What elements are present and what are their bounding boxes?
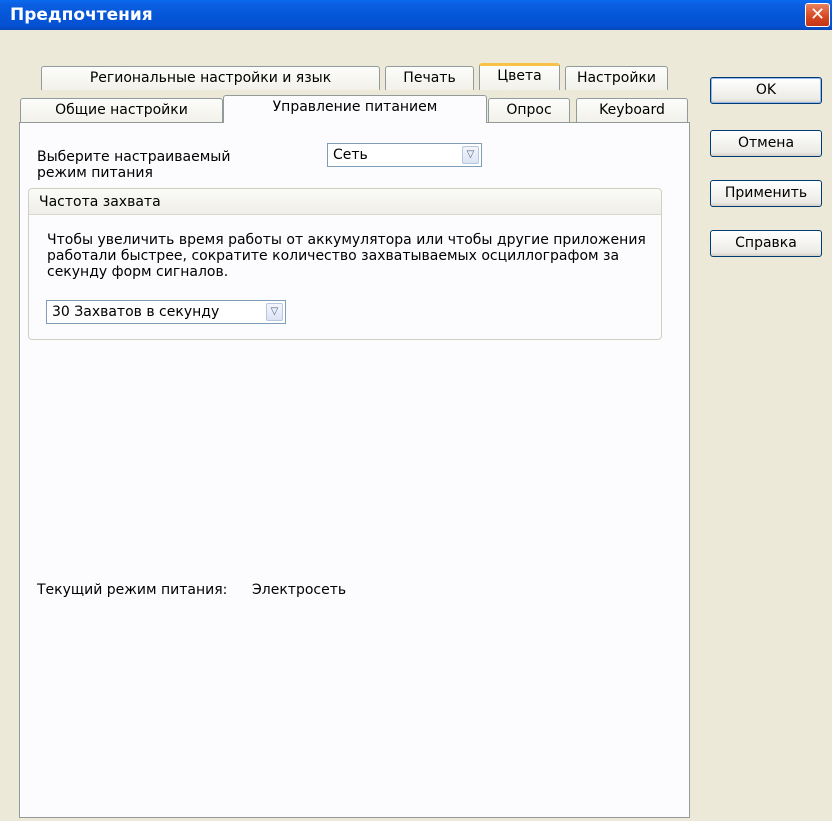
ok-button[interactable]: OK (710, 77, 822, 104)
capture-rate-header: Частота захвата (29, 189, 661, 215)
title-bar: Предпочтения ✕ (0, 0, 832, 30)
tab-regional-settings[interactable]: Региональные настройки и язык (41, 66, 380, 90)
tab-general-settings[interactable]: Общие настройки (20, 98, 223, 122)
chevron-down-icon[interactable]: ▽ (462, 146, 479, 164)
capture-rate-description: Чтобы увеличить время работы от аккумуля… (47, 232, 646, 280)
current-power-mode-label: Текущий режим питания: (37, 582, 228, 598)
tab-polling[interactable]: Опрос (488, 98, 570, 122)
apply-button[interactable]: Применить (710, 180, 822, 207)
capture-rate-group: Частота захвата Чтобы увеличить время ра… (28, 188, 662, 340)
cancel-button[interactable]: Отмена (710, 130, 822, 157)
capture-rate-title: Частота захвата (39, 194, 161, 210)
power-mode-value: Сеть (333, 147, 368, 163)
help-button[interactable]: Справка (710, 230, 822, 257)
tab-print[interactable]: Печать (385, 66, 474, 90)
power-mode-select[interactable]: Сеть ▽ (327, 143, 482, 167)
capture-rate-value: 30 Захватов в секунду (52, 304, 220, 320)
current-power-mode-value: Электросеть (252, 582, 347, 598)
tab-keyboard[interactable]: Keyboard (576, 98, 688, 122)
tab-power-management[interactable]: Управление питанием (223, 95, 487, 123)
tab-settings[interactable]: Настройки (565, 66, 668, 90)
close-icon[interactable]: ✕ (805, 3, 830, 27)
window-title: Предпочтения (10, 5, 153, 25)
tab-colors[interactable]: Цвета (479, 63, 560, 90)
capture-rate-select[interactable]: 30 Захватов в секунду ▽ (46, 300, 286, 324)
power-mode-label: Выберите настраиваемый режим питания (37, 149, 231, 181)
chevron-down-icon[interactable]: ▽ (266, 303, 283, 321)
